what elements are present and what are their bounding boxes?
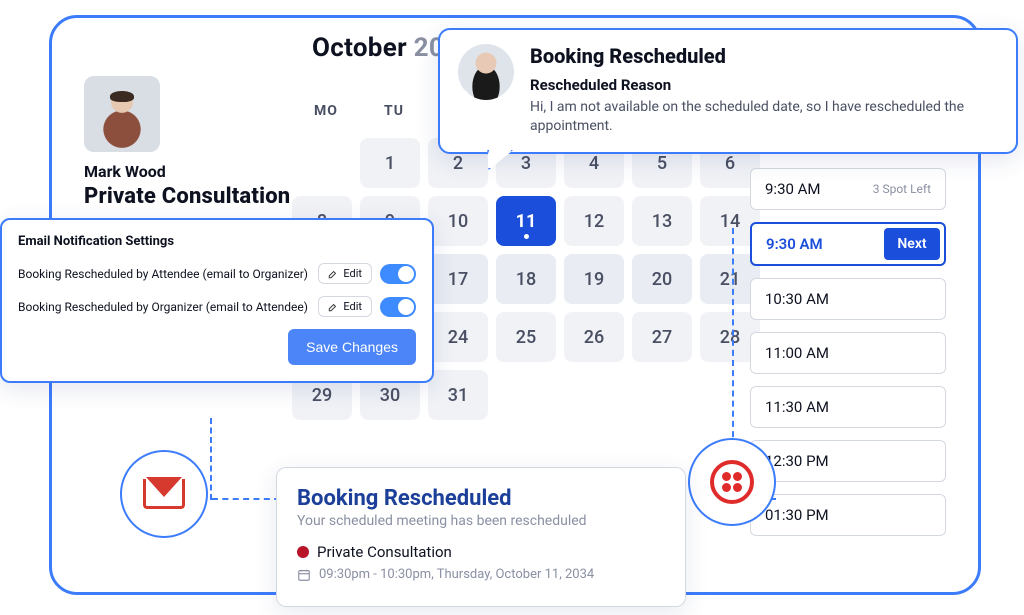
- twilio-icon: [710, 460, 754, 504]
- gmail-icon-circle: [120, 450, 208, 538]
- day-number: 11: [516, 211, 537, 232]
- calendar-icon: [297, 568, 311, 582]
- email-card: Booking Rescheduled Your scheduled meeti…: [276, 467, 686, 607]
- connector-line: [210, 418, 212, 500]
- event-dot-icon: [524, 234, 529, 239]
- day-cell: [632, 370, 692, 420]
- toggle-switch[interactable]: [380, 297, 416, 317]
- next-button[interactable]: Next: [884, 228, 940, 260]
- day-cell[interactable]: 20: [632, 254, 692, 304]
- weekday: MO: [292, 103, 360, 119]
- day-cell[interactable]: 25: [496, 312, 556, 362]
- setting-label: Booking Rescheduled by Attendee (email t…: [18, 267, 318, 281]
- edit-button[interactable]: Edit: [318, 296, 372, 317]
- calendar-month: October: [312, 33, 407, 63]
- edit-label: Edit: [343, 267, 362, 280]
- edit-button[interactable]: Edit: [318, 263, 372, 284]
- tooltip-text: Hi, I am not available on the scheduled …: [530, 98, 998, 136]
- meeting-time: 09:30pm - 10:30pm, Thursday, October 11,…: [319, 567, 594, 582]
- stage: October 2034 Mark Wood Private Consultat…: [0, 0, 1024, 615]
- timeslot-active[interactable]: 9:30 AM Next: [750, 222, 946, 266]
- day-cell[interactable]: 26: [564, 312, 624, 362]
- pencil-icon: [328, 269, 338, 279]
- rescheduled-tooltip: Booking Rescheduled Rescheduled Reason H…: [438, 28, 1018, 154]
- timeslot-time: 10:30 AM: [765, 290, 829, 308]
- day-cell: [496, 370, 556, 420]
- user-avatar: [84, 76, 160, 152]
- tooltip-subtitle: Rescheduled Reason: [530, 76, 998, 94]
- day-cell[interactable]: 17: [428, 254, 488, 304]
- twilio-icon-circle: [688, 438, 776, 526]
- day-cell: [292, 138, 352, 188]
- emailcard-title: Booking Rescheduled: [297, 486, 665, 511]
- save-changes-button[interactable]: Save Changes: [288, 329, 416, 365]
- timeslot-time: 9:30 AM: [766, 235, 823, 253]
- emailcard-meta: 09:30pm - 10:30pm, Thursday, October 11,…: [297, 567, 665, 582]
- email-settings-popover: Email Notification Settings Booking Resc…: [0, 218, 434, 383]
- attendee-avatar: [458, 44, 514, 100]
- day-cell[interactable]: 1: [360, 138, 420, 188]
- timeslot-time: 11:00 AM: [765, 344, 829, 362]
- timeslot-time: 12:30 PM: [765, 452, 829, 470]
- day-cell[interactable]: 13: [632, 196, 692, 246]
- bullet-icon: [297, 546, 309, 558]
- user-name: Mark Wood: [84, 162, 166, 181]
- timeslot[interactable]: 9:30 AM 3 Spot Left: [750, 168, 946, 210]
- weekday: TU: [360, 103, 428, 119]
- day-cell[interactable]: 12: [564, 196, 624, 246]
- day-cell[interactable]: 24: [428, 312, 488, 362]
- timeslot-list: 9:30 AM 3 Spot Left 9:30 AM Next 10:30 A…: [750, 168, 946, 536]
- timeslot-spots: 3 Spot Left: [873, 182, 931, 196]
- day-cell-selected[interactable]: 11: [496, 196, 556, 246]
- timeslot[interactable]: 01:30 PM: [750, 494, 946, 536]
- day-cell[interactable]: 31: [428, 370, 488, 420]
- timeslot[interactable]: 10:30 AM: [750, 278, 946, 320]
- edit-label: Edit: [343, 300, 362, 313]
- timeslot-time: 11:30 AM: [765, 398, 829, 416]
- meeting-name: Private Consultation: [317, 543, 452, 561]
- timeslot[interactable]: 11:00 AM: [750, 332, 946, 374]
- day-cell[interactable]: 18: [496, 254, 556, 304]
- timeslot-time: 9:30 AM: [765, 180, 821, 198]
- setting-label: Booking Rescheduled by Organizer (email …: [18, 300, 318, 314]
- day-cell[interactable]: 27: [632, 312, 692, 362]
- emailcard-subtitle: Your scheduled meeting has been reschedu…: [297, 513, 665, 529]
- timeslot[interactable]: 12:30 PM: [750, 440, 946, 482]
- timeslot-time: 01:30 PM: [765, 506, 829, 524]
- day-cell[interactable]: 10: [428, 196, 488, 246]
- setting-row: Booking Rescheduled by Attendee (email t…: [18, 263, 416, 284]
- toggle-switch[interactable]: [380, 264, 416, 284]
- timeslot[interactable]: 11:30 AM: [750, 386, 946, 428]
- emailcard-meeting: Private Consultation: [297, 543, 665, 561]
- setting-row: Booking Rescheduled by Organizer (email …: [18, 296, 416, 317]
- day-cell: [564, 370, 624, 420]
- tooltip-body: Booking Rescheduled Rescheduled Reason H…: [530, 44, 998, 136]
- user-role: Private Consultation: [84, 184, 290, 209]
- day-cell[interactable]: 19: [564, 254, 624, 304]
- tooltip-title: Booking Rescheduled: [530, 44, 998, 68]
- gmail-icon: [143, 479, 185, 509]
- pencil-icon: [328, 302, 338, 312]
- settings-heading: Email Notification Settings: [18, 234, 416, 249]
